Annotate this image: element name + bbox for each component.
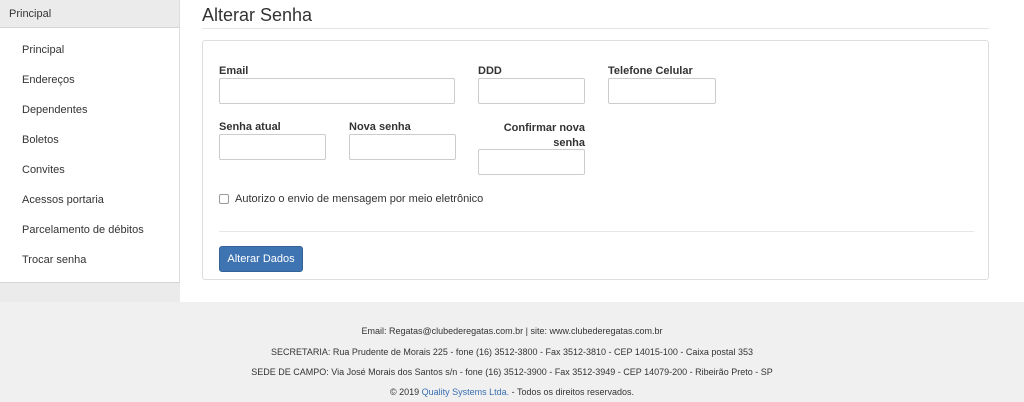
copyright-suffix: - Todos os direitos reservados.	[509, 387, 635, 397]
email-label: Email	[219, 65, 249, 77]
consent-label: Autorizo o envio de mensagem por meio el…	[235, 193, 484, 205]
new-password-label: Nova senha	[349, 121, 411, 133]
sidebar-header: Principal	[0, 0, 179, 28]
new-password-input[interactable]	[349, 134, 456, 160]
copyright-prefix: © 2019	[389, 387, 422, 397]
change-password-form: Email DDD Telefone Celular Senha atual N…	[202, 40, 989, 280]
confirm-password-label: Confirmar nova senha	[478, 121, 585, 151]
sidebar: Principal Principal Endereços Dependente…	[0, 0, 180, 302]
confirm-password-label-line1: Confirmar nova	[503, 122, 585, 134]
sidebar-item-trocar-senha[interactable]: Trocar senha	[0, 245, 179, 275]
confirm-password-input[interactable]	[478, 149, 585, 175]
consent-row: Autorizo o envio de mensagem por meio el…	[219, 192, 483, 206]
sidebar-item-boletos[interactable]: Boletos	[0, 125, 179, 155]
phone-label: Telefone Celular	[608, 65, 693, 77]
form-divider	[219, 231, 974, 232]
sidebar-footer	[0, 282, 180, 302]
sidebar-item-acessos-portaria[interactable]: Acessos portaria	[0, 185, 179, 215]
sidebar-item-principal[interactable]: Principal	[0, 35, 179, 65]
ddd-input[interactable]	[478, 78, 585, 104]
sidebar-menu: Principal Endereços Dependentes Boletos …	[0, 28, 179, 275]
footer-contact-line: Email: Regatas@clubederegatas.com.br | s…	[361, 326, 663, 336]
footer-copyright-line: © 2019 Quality Systems Ltda. - Todos os …	[0, 387, 1024, 397]
sidebar-item-parcelamento-debitos[interactable]: Parcelamento de débitos	[0, 215, 179, 245]
phone-input[interactable]	[608, 78, 716, 104]
sidebar-item-enderecos[interactable]: Endereços	[0, 65, 179, 95]
sidebar-item-dependentes[interactable]: Dependentes	[0, 95, 179, 125]
email-input[interactable]	[219, 78, 455, 104]
company-link[interactable]: Quality Systems Ltda.	[422, 387, 510, 397]
title-divider	[202, 28, 989, 29]
ddd-label: DDD	[478, 65, 502, 77]
alterar-dados-button[interactable]: Alterar Dados	[219, 246, 303, 272]
sidebar-item-convites[interactable]: Convites	[0, 155, 179, 185]
footer-secretaria-line: SECRETARIA: Rua Prudente de Morais 225 -…	[271, 347, 753, 357]
page-title: Alterar Senha	[202, 5, 313, 25]
consent-checkbox[interactable]	[219, 194, 229, 204]
main-content: Alterar Senha Email DDD Telefone Celular…	[180, 0, 1024, 302]
footer-sede-line: SEDE DE CAMPO: Via José Morais dos Santo…	[251, 367, 773, 377]
current-password-input[interactable]	[219, 134, 326, 160]
current-password-label: Senha atual	[219, 121, 281, 133]
